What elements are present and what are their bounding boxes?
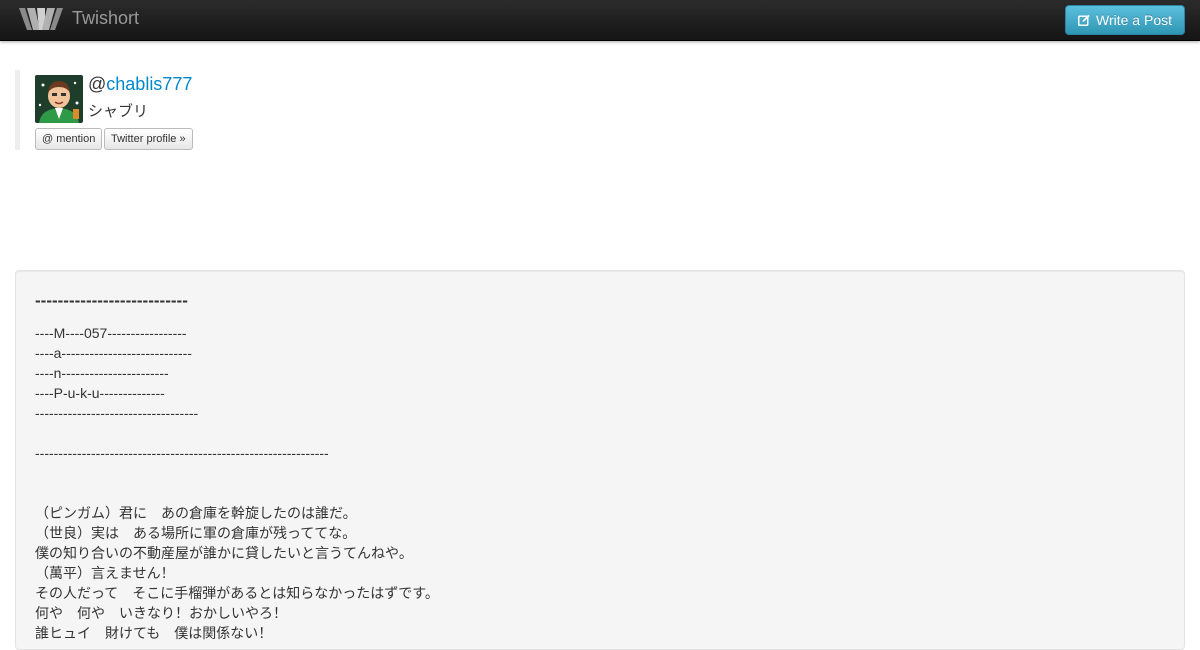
write-post-button[interactable]: Write a Post <box>1065 5 1185 35</box>
post-container: --------------------------- ----M----057… <box>15 270 1185 650</box>
twishort-logo-icon[interactable] <box>19 5 63 33</box>
avatar-image <box>35 75 83 123</box>
post-line: ----M----057----------------- <box>35 325 187 341</box>
post-line: ----a---------------------------- <box>35 345 192 361</box>
mention-button[interactable]: @ mention <box>35 128 103 150</box>
post-line <box>35 423 1155 443</box>
post-line <box>35 483 1155 503</box>
author-profile: @chablis777 シャブリ @ mention Twitter profi… <box>15 70 260 150</box>
post-line: ----------------------------------------… <box>35 445 329 461</box>
at-symbol: @ <box>88 74 107 94</box>
edit-icon <box>1078 14 1090 26</box>
top-navbar: Twishort Write a Post <box>0 0 1200 41</box>
post-line: 誰ヒュイ 財けても 僕は関係ない！ <box>35 625 273 641</box>
avatar[interactable] <box>35 75 83 123</box>
post-line: ----n----------------------- <box>35 365 169 381</box>
post-line: （ピンガム）君に あの倉庫を幹旋したのは誰だ。 <box>35 505 357 521</box>
display-name: シャブリ <box>88 102 149 120</box>
post-body: ----M----057----------------- ----a-----… <box>35 323 1155 643</box>
username-link[interactable]: chablis777 <box>106 74 192 94</box>
post-line: ----------------------------------- <box>35 405 199 421</box>
post-line: 何や 何や いきなり！おかしいやろ！ <box>35 605 287 621</box>
post-line: （世良）実は ある場所に軍の倉庫が残っててな。 <box>35 525 357 541</box>
profile-handle: @chablis777 <box>88 74 192 95</box>
post-line: 僕の知り合いの不動産屋が誰かに貸したいと言うてんねや。 <box>35 545 413 561</box>
post-line: その人だって そこに手榴弾があるとは知らなかったはずです。 <box>35 585 439 601</box>
twitter-profile-button[interactable]: Twitter profile » <box>104 128 193 150</box>
post-line: （萬平）言えません！ <box>35 565 175 581</box>
post-heading: --------------------------- <box>35 291 188 310</box>
write-post-label: Write a Post <box>1096 12 1172 28</box>
post-line: ----P-u-k-u-------------- <box>35 385 165 401</box>
brand-name[interactable]: Twishort <box>72 8 139 29</box>
post-line <box>35 463 1155 483</box>
